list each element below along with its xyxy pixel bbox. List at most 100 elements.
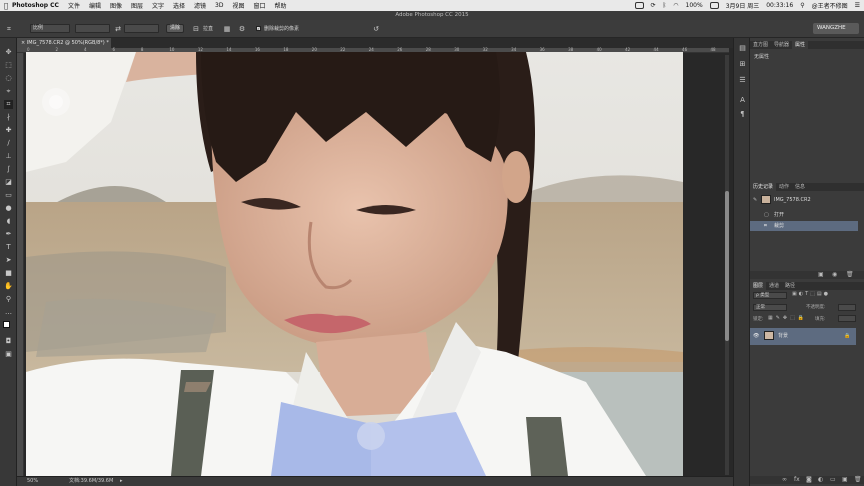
close-tab-icon[interactable]: × (21, 40, 25, 46)
eye-icon[interactable]: 👁 (753, 331, 759, 341)
tab-properties[interactable]: 属性 (792, 41, 809, 49)
menu-help[interactable]: 帮助 (275, 1, 287, 10)
apple-icon[interactable]:  (0, 2, 12, 10)
layer-filter-select[interactable]: ρ 类型 (753, 292, 787, 299)
tab-navigator[interactable]: 导航器 (771, 41, 792, 49)
foreground-color-swatch[interactable] (3, 321, 10, 328)
adjust-panel-icon[interactable]: ⊞ (738, 60, 747, 68)
character-panel-icon[interactable]: A (738, 96, 747, 104)
new-document-icon[interactable]: ▣ (818, 271, 824, 278)
dodge-tool-icon[interactable]: ◖ (4, 217, 13, 226)
new-snapshot-icon[interactable]: ◉ (832, 271, 837, 278)
trash-icon[interactable]: 🗑 (846, 271, 854, 278)
clear-button[interactable]: 清除 (166, 24, 184, 33)
add-mask-icon[interactable]: ◙ (806, 476, 812, 483)
history-brush-tool-icon[interactable]: ∫ (4, 165, 13, 174)
menu-file[interactable]: 文件 (68, 1, 80, 10)
straighten-label[interactable]: 拉直 (203, 25, 213, 33)
app-menu[interactable]: Photoshop CC (12, 2, 59, 9)
tab-histogram[interactable]: 直方图 (750, 41, 771, 49)
tab-info[interactable]: 信息 (792, 183, 808, 191)
bluetooth-icon[interactable]: ᛒ (663, 2, 667, 9)
quick-select-tool-icon[interactable]: ⌖ (4, 87, 13, 96)
adjustment-layer-icon[interactable]: ◐ (818, 476, 823, 483)
menu-3d[interactable]: 3D (215, 2, 223, 9)
layer-comps-icon[interactable]: ☰ (738, 76, 747, 84)
height-field[interactable] (124, 24, 159, 33)
screen-icon[interactable] (634, 2, 644, 9)
menu-layer[interactable]: 图层 (131, 1, 143, 10)
scrollbar-thumb[interactable] (725, 191, 729, 341)
healing-brush-tool-icon[interactable]: ✚ (4, 126, 13, 135)
menu-window[interactable]: 窗口 (254, 1, 266, 10)
gradient-tool-icon[interactable]: ▭ (4, 191, 13, 200)
path-select-tool-icon[interactable]: ➤ (4, 256, 13, 265)
document-tab[interactable]: × IMG_7578.CR2 @ 50%(RGB/8*) * (17, 38, 111, 48)
battery-icon[interactable] (709, 2, 719, 9)
history-panel-icon[interactable]: ▤ (738, 44, 747, 52)
history-brush-source-icon[interactable]: ✎ (753, 195, 757, 205)
reset-icon[interactable]: ↺ (372, 25, 380, 33)
ratio-select[interactable]: 比例 (30, 24, 70, 33)
new-layer-icon[interactable]: ▣ (842, 476, 848, 483)
image-canvas[interactable] (26, 52, 683, 476)
width-field[interactable] (75, 24, 110, 33)
time-text[interactable]: 00:33:16 (766, 2, 793, 9)
ruler-vertical[interactable] (17, 53, 24, 476)
crop-tool-icon[interactable]: ⌗ (5, 25, 13, 33)
move-tool-icon[interactable]: ✥ (4, 48, 13, 57)
link-layers-icon[interactable]: ∞ (782, 476, 787, 483)
blur-tool-icon[interactable]: ● (4, 204, 13, 213)
lock-icons[interactable]: ▦✎✥⬚🔒 (768, 315, 807, 321)
fill-field[interactable] (838, 315, 856, 322)
menu-view[interactable]: 视图 (232, 1, 244, 10)
lasso-tool-icon[interactable]: ◌ (4, 74, 13, 83)
delete-pixels-checkbox[interactable]: ✓ (256, 26, 261, 31)
quick-mask-icon[interactable]: ◘ (4, 337, 13, 346)
delete-layer-icon[interactable]: 🗑 (854, 476, 862, 483)
menu-filter[interactable]: 滤镜 (194, 1, 206, 10)
document-scrollbar[interactable] (725, 55, 729, 475)
eyedropper-tool-icon[interactable]: ∤ (4, 113, 13, 122)
tab-channels[interactable]: 通道 (766, 282, 782, 290)
tab-history[interactable]: 历史记录 (750, 183, 777, 191)
wifi-icon[interactable]: ◠ (673, 2, 678, 9)
swap-icon[interactable]: ⇄ (114, 25, 122, 33)
shape-tool-icon[interactable]: ■ (4, 269, 13, 278)
opacity-field[interactable] (838, 304, 856, 311)
marquee-tool-icon[interactable]: ⬚ (4, 61, 13, 70)
workspace-select[interactable]: WANGZHE (813, 23, 859, 34)
tab-actions[interactable]: 动作 (776, 183, 792, 191)
tab-layers[interactable]: 图层 (750, 282, 767, 290)
paragraph-panel-icon[interactable]: ¶ (738, 110, 747, 118)
crop-tool-icon[interactable]: ⌗ (4, 100, 13, 109)
blend-mode-select[interactable]: 正常 (753, 304, 787, 311)
history-item-crop[interactable]: ⌗ 裁剪 (750, 221, 858, 231)
delete-pixels-label[interactable]: 删除裁剪的像素 (264, 25, 299, 33)
zoom-tool-icon[interactable]: ⚲ (4, 295, 13, 304)
fx-icon[interactable]: fx (794, 476, 800, 483)
history-item-open[interactable]: ▢ 打开 (750, 210, 858, 220)
screen-mode-icon[interactable]: ▣ (4, 350, 13, 359)
tab-paths[interactable]: 路径 (782, 282, 798, 290)
menu-image[interactable]: 图像 (110, 1, 122, 10)
settings-gear-icon[interactable]: ⚙ (238, 25, 246, 33)
eraser-tool-icon[interactable]: ◪ (4, 178, 13, 187)
clone-stamp-tool-icon[interactable]: ⊥ (4, 152, 13, 161)
new-group-icon[interactable]: ▭ (830, 476, 836, 483)
user-name[interactable]: @王者不修图 (812, 1, 848, 10)
list-icon[interactable]: ☰ (855, 2, 860, 9)
hand-tool-icon[interactable]: ✋ (4, 282, 13, 291)
menu-edit[interactable]: 编辑 (89, 1, 101, 10)
overlay-grid-icon[interactable]: ▦ (223, 25, 231, 33)
layer-row-background[interactable]: 👁 背景 🔒 (750, 328, 856, 345)
straighten-icon[interactable]: ⊟ (192, 25, 200, 33)
brush-tool-icon[interactable]: ∕ (4, 139, 13, 148)
type-tool-icon[interactable]: T (4, 243, 13, 252)
layer-filter-icons[interactable]: ▣◐T⬚▤● (792, 291, 830, 297)
status-menu-icon[interactable]: ▸ (120, 477, 123, 486)
menu-type[interactable]: 文字 (152, 1, 164, 10)
pen-tool-icon[interactable]: ✒ (4, 230, 13, 239)
sync-icon[interactable]: ⟳ (651, 2, 656, 9)
date-text[interactable]: 3月9日 周三 (726, 1, 760, 10)
